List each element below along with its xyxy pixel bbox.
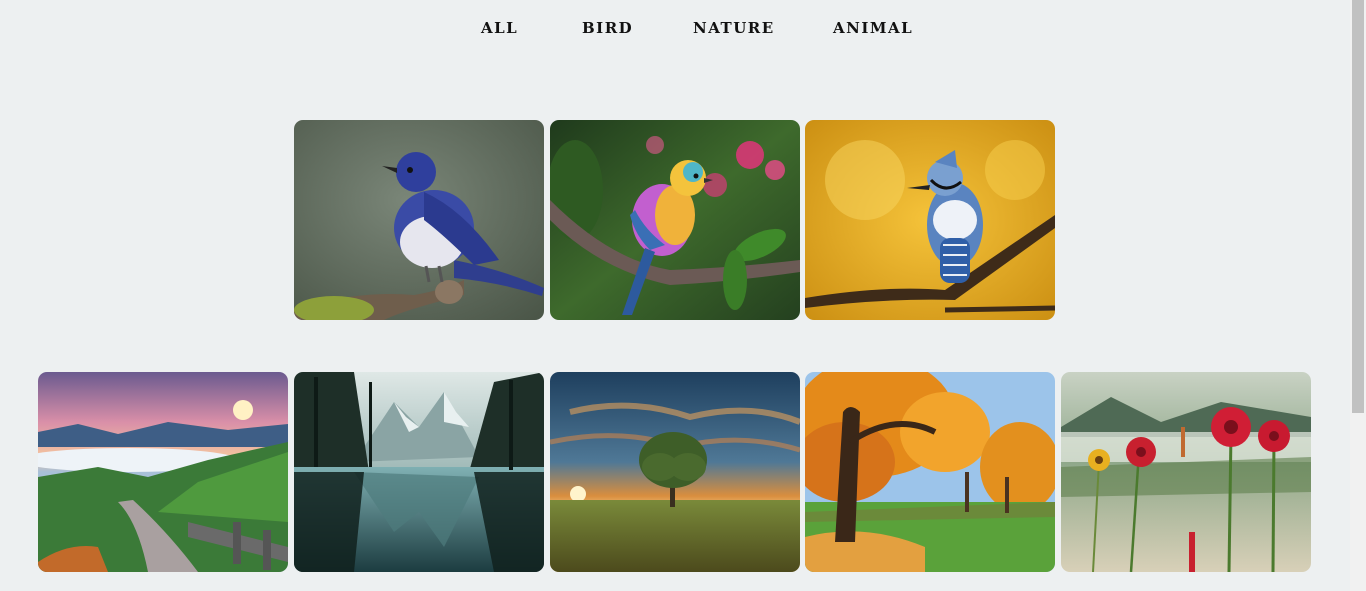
blue-flycatcher-image <box>294 120 544 320</box>
scrollbar-thumb[interactable] <box>1352 0 1364 413</box>
autumn-park-image <box>805 372 1055 572</box>
gallery-image-rainbow-bird[interactable] <box>550 120 800 320</box>
filter-all-button[interactable]: ALL <box>481 19 518 37</box>
gallery-page: ALL BIRD NATURE ANIMAL <box>0 0 1350 591</box>
blue-jay-image <box>805 120 1055 320</box>
vertical-scrollbar[interactable] <box>1350 0 1366 591</box>
gallery-image-blue-jay[interactable] <box>805 120 1055 320</box>
mountain-lake-image <box>294 372 544 572</box>
gallery-image-mountain-path[interactable] <box>38 372 288 572</box>
red-flowers-image <box>1061 372 1311 572</box>
mountain-path-image <box>38 372 288 572</box>
gallery-image-autumn-park[interactable] <box>805 372 1055 572</box>
rainbow-bird-image <box>550 120 800 320</box>
filter-bird-button[interactable]: BIRD <box>582 19 633 37</box>
gallery-image-blue-flycatcher[interactable] <box>294 120 544 320</box>
gallery-image-mountain-lake[interactable] <box>294 372 544 572</box>
filter-nature-button[interactable]: NATURE <box>693 19 775 37</box>
gallery-image-red-flowers[interactable] <box>1061 372 1311 572</box>
gallery-image-lone-tree[interactable] <box>550 372 800 572</box>
lone-tree-image <box>550 372 800 572</box>
filter-nav: ALL BIRD NATURE ANIMAL <box>0 19 1350 41</box>
filter-animal-button[interactable]: ANIMAL <box>833 19 913 37</box>
